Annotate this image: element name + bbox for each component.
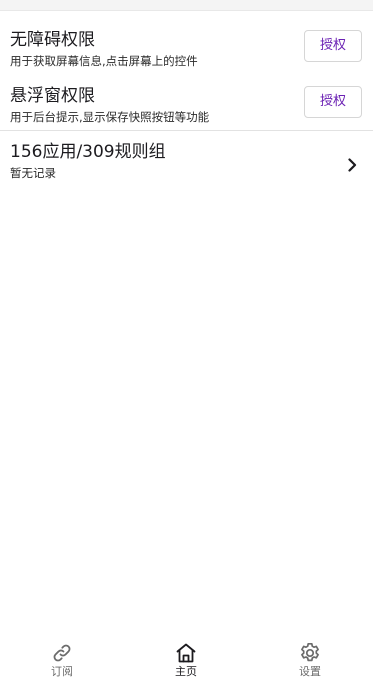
nav-item-settings[interactable]: 设置 xyxy=(270,632,350,693)
grant-accessibility-button[interactable]: 授权 xyxy=(304,30,362,62)
home-icon xyxy=(176,643,196,663)
top-app-bar xyxy=(0,0,373,11)
link-icon xyxy=(53,644,71,662)
nav-label-home: 主页 xyxy=(175,665,197,678)
divider xyxy=(0,130,373,131)
accessibility-permission-subtitle: 用于获取屏幕信息,点击屏幕上的控件 xyxy=(10,54,198,68)
chevron-right-icon[interactable] xyxy=(347,158,357,172)
nav-item-home[interactable]: 主页 xyxy=(146,632,226,693)
overlay-permission-title: 悬浮窗权限 xyxy=(10,86,95,106)
accessibility-permission-title: 无障碍权限 xyxy=(10,30,95,50)
grant-overlay-button[interactable]: 授权 xyxy=(304,86,362,118)
nav-item-subscriptions[interactable]: 订阅 xyxy=(22,632,102,693)
nav-label-settings: 设置 xyxy=(299,665,321,678)
rules-summary-title: 156应用/309规则组 xyxy=(10,142,166,162)
rules-summary-row[interactable]: 156应用/309规则组 暂无记录 xyxy=(0,140,373,192)
overlay-permission-row: 悬浮窗权限 用于后台提示,显示保存快照按钮等功能 授权 xyxy=(0,84,373,136)
rules-summary-subtitle: 暂无记录 xyxy=(10,166,56,180)
nav-label-subscriptions: 订阅 xyxy=(51,665,73,678)
overlay-permission-subtitle: 用于后台提示,显示保存快照按钮等功能 xyxy=(10,110,210,124)
accessibility-permission-row: 无障碍权限 用于获取屏幕信息,点击屏幕上的控件 授权 xyxy=(0,28,373,80)
bottom-navigation-bar: 订阅 主页 设置 xyxy=(0,632,373,693)
gear-icon xyxy=(301,642,319,662)
